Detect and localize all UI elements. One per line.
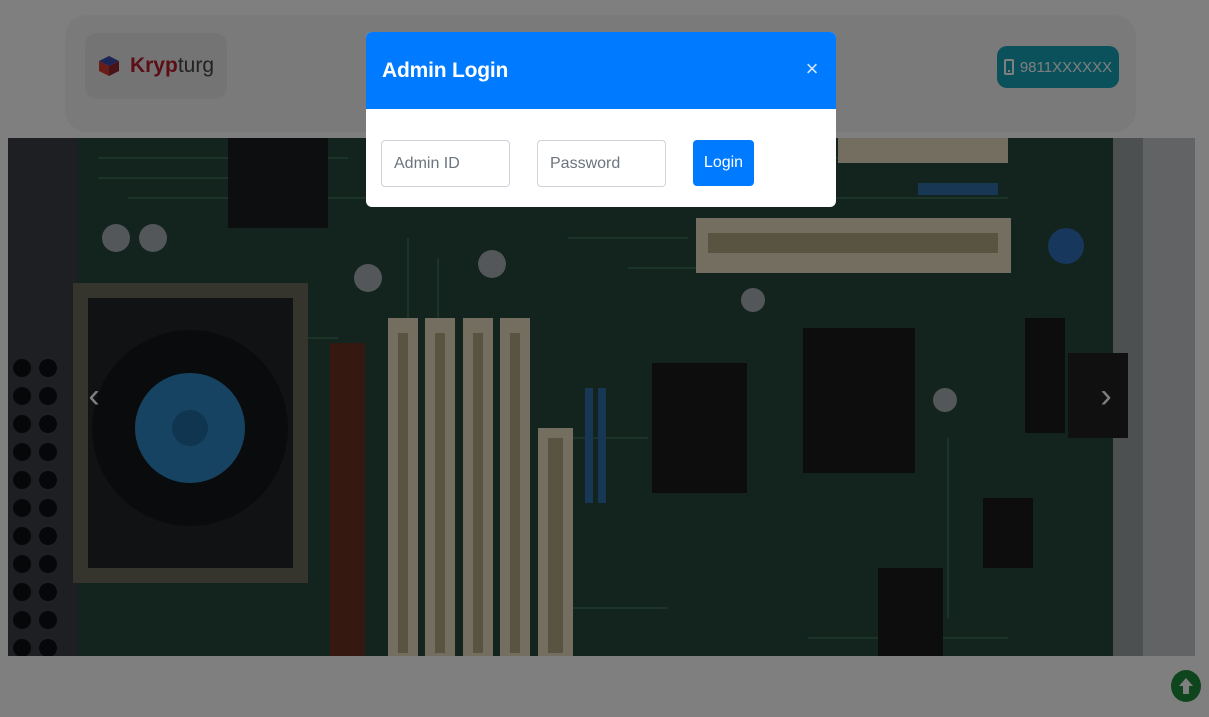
admin-login-modal: Admin Login × Login <box>366 32 836 207</box>
login-button[interactable]: Login <box>693 140 754 186</box>
close-icon[interactable]: × <box>803 58 821 80</box>
password-input[interactable] <box>537 140 666 187</box>
modal-title: Admin Login <box>382 59 509 82</box>
modal-header: Admin Login × <box>366 32 836 109</box>
admin-id-input[interactable] <box>381 140 510 187</box>
page: Krypturg 9811XXXXXX <box>0 0 1209 717</box>
